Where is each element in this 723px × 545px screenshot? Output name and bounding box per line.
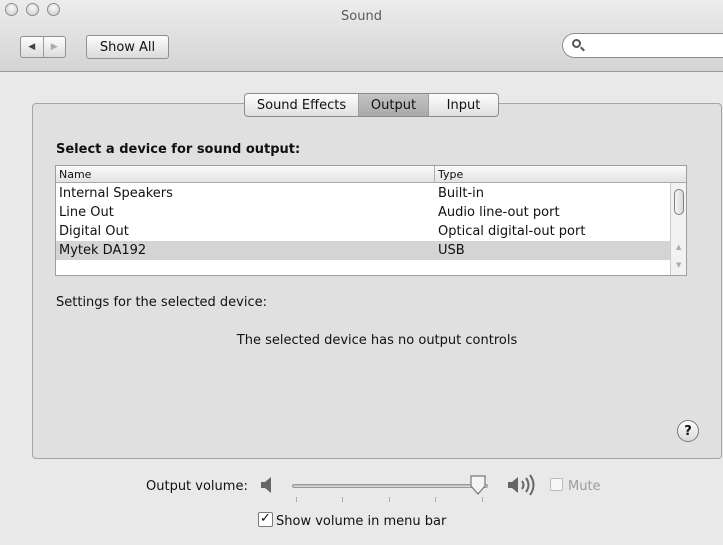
device-name: Digital Out (59, 224, 129, 239)
mute-label: Mute (568, 479, 601, 494)
slider-tick (482, 497, 483, 502)
scroll-down-arrow-icon[interactable]: ▼ (676, 261, 681, 269)
tab-sound-effects[interactable]: Sound Effects (245, 94, 358, 116)
settings-label: Settings for the selected device: (56, 295, 268, 310)
show-volume-in-menu-bar-label: Show volume in menu bar (276, 514, 447, 529)
forward-arrow-icon[interactable]: ▶ (42, 37, 66, 57)
device-name: Mytek DA192 (59, 243, 147, 258)
output-device-table: Name Type Internal Speakers Built-in Lin… (55, 165, 687, 276)
navigation-buttons: ◀ ▶ (20, 36, 66, 58)
device-type: Audio line-out port (438, 205, 560, 220)
device-row-selected[interactable]: Mytek DA192 USB (56, 241, 671, 260)
table-header: Name Type (56, 166, 686, 183)
sound-preferences-window: Sound ◀ ▶ Show All Sound Effects Output … (0, 0, 723, 545)
speaker-low-icon (261, 477, 271, 493)
tab-input[interactable]: Input (428, 94, 498, 116)
slider-tick (342, 497, 343, 502)
column-header-type[interactable]: Type (438, 168, 463, 181)
device-name: Line Out (59, 205, 114, 220)
column-header-name[interactable]: Name (59, 168, 91, 181)
device-type: USB (438, 243, 465, 258)
device-list-heading: Select a device for sound output: (56, 142, 301, 157)
output-volume-slider[interactable] (292, 484, 488, 488)
back-arrow-icon[interactable]: ◀ (21, 37, 43, 57)
mute-checkbox[interactable] (550, 478, 563, 491)
output-volume-label: Output volume: (146, 479, 248, 494)
scroll-up-arrow-icon[interactable]: ▲ (676, 243, 681, 251)
column-divider (434, 166, 435, 183)
show-volume-in-menu-bar-checkbox[interactable]: ✓ (258, 512, 273, 527)
device-row[interactable]: Internal Speakers Built-in (56, 184, 671, 203)
search-icon (572, 39, 581, 48)
device-type: Built-in (438, 186, 485, 201)
device-row[interactable]: Digital Out Optical digital-out port (56, 222, 671, 241)
device-name: Internal Speakers (59, 186, 173, 201)
tab-bar: Sound Effects Output Input (244, 93, 499, 117)
title-bar: Sound ◀ ▶ Show All (0, 0, 723, 72)
scrollbar-thumb[interactable] (674, 189, 684, 215)
device-type: Optical digital-out port (438, 224, 586, 239)
no-controls-message: The selected device has no output contro… (236, 333, 518, 348)
device-row[interactable]: Line Out Audio line-out port (56, 203, 671, 222)
window-title: Sound (341, 9, 382, 24)
tab-output[interactable]: Output (358, 94, 428, 116)
search-field[interactable] (562, 33, 723, 58)
volume-slider-knob[interactable] (469, 474, 487, 496)
slider-tick (389, 497, 390, 502)
device-list-scrollbar[interactable]: ▲ ▼ (670, 183, 686, 275)
slider-tick (296, 497, 297, 502)
help-button[interactable]: ? (677, 420, 699, 442)
slider-tick (435, 497, 436, 502)
show-all-button[interactable]: Show All (86, 35, 169, 59)
speaker-high-icon (508, 474, 535, 496)
